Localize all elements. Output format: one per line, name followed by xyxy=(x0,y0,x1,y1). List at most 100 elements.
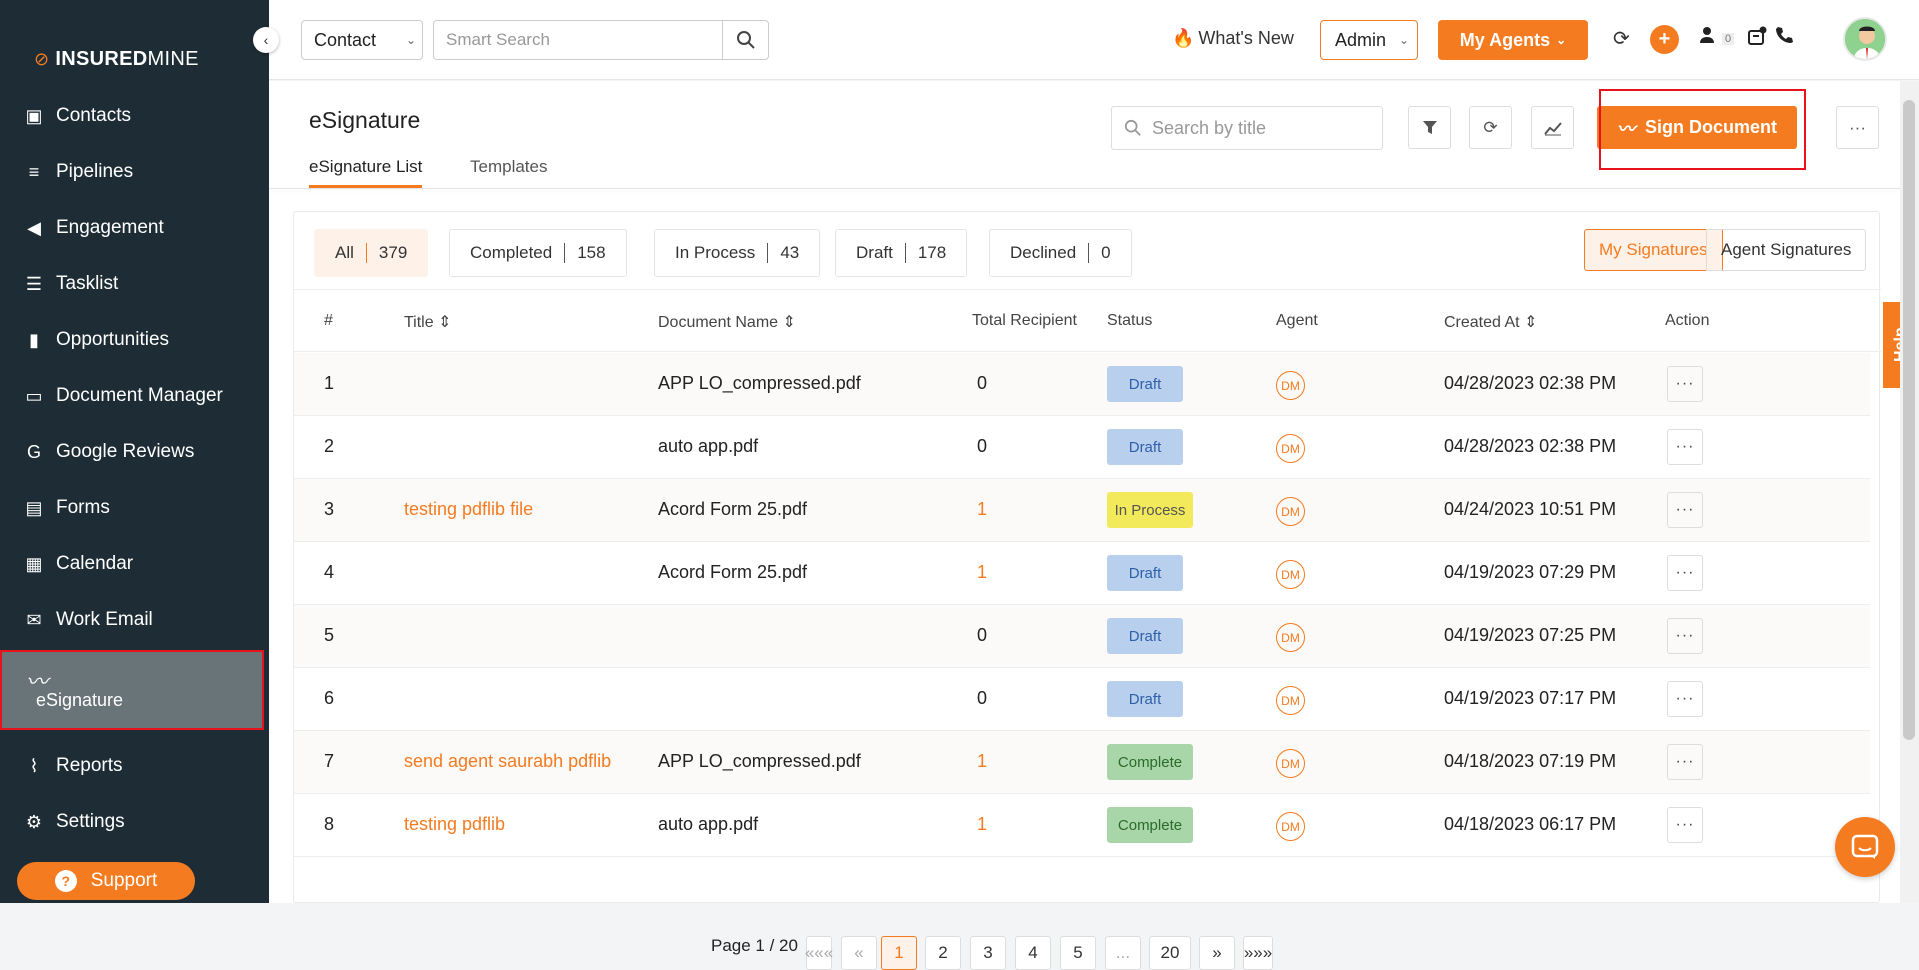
page-button[interactable]: 1 xyxy=(881,936,917,970)
page-button[interactable]: 4 xyxy=(1015,936,1051,970)
sidebar-item-google-reviews[interactable]: G Google Reviews xyxy=(0,428,269,476)
filter-declined[interactable]: Declined 0 xyxy=(989,229,1132,277)
col-document-name[interactable]: Document Name ⇕ xyxy=(658,312,796,332)
my-signatures-toggle[interactable]: My Signatures xyxy=(1584,229,1723,271)
phone-icon[interactable] xyxy=(1775,26,1793,50)
page-button[interactable]: 5 xyxy=(1060,936,1096,970)
refresh-button[interactable]: ⟳ xyxy=(1469,106,1512,149)
ellipsis-icon: ··· xyxy=(1675,501,1695,518)
sidebar-item-label: Google Reviews xyxy=(56,441,195,462)
table-row[interactable]: 2 auto app.pdf 0 Draft DM 04/28/2023 02:38 PM… xyxy=(294,416,1870,479)
row-action-button[interactable]: ··· xyxy=(1667,429,1703,465)
sidebar: ⊘ INSUREDMINE ▣ Contacts ≡ Pipelines ◀ Engage… xyxy=(0,0,269,903)
status-badge: Draft xyxy=(1107,681,1183,717)
user-icon[interactable] xyxy=(1699,26,1715,50)
tab-templates[interactable]: Templates xyxy=(470,157,547,185)
status-badge: Complete xyxy=(1107,807,1193,843)
col-created-at[interactable]: Created At ⇕ xyxy=(1444,312,1537,332)
row-action-button[interactable]: ··· xyxy=(1667,618,1703,654)
support-button[interactable]: ? Support xyxy=(17,862,195,900)
role-select[interactable]: Admin ⌄ xyxy=(1320,20,1418,60)
tasks-icon[interactable] xyxy=(1747,26,1767,52)
page-button[interactable]: 2 xyxy=(925,936,961,970)
page-button[interactable]: »»» xyxy=(1243,936,1273,970)
more-options-button[interactable]: ··· xyxy=(1836,106,1879,149)
sidebar-item-label: Calendar xyxy=(56,553,134,574)
page-button[interactable]: « xyxy=(841,936,877,970)
row-action-button[interactable]: ··· xyxy=(1667,681,1703,717)
refresh-icon[interactable]: ⟳ xyxy=(1613,26,1630,51)
filter-button[interactable] xyxy=(1408,106,1451,149)
sidebar-item-pipelines[interactable]: ≡ Pipelines xyxy=(0,148,269,196)
table-row[interactable]: 1 APP LO_compressed.pdf 0 Draft DM 04/28/2023… xyxy=(294,353,1870,416)
page-button[interactable]: » xyxy=(1199,936,1235,970)
row-created-at: 04/19/2023 07:29 PM xyxy=(1444,562,1617,582)
page-button[interactable]: ... xyxy=(1105,936,1141,970)
add-button[interactable]: + xyxy=(1650,25,1679,54)
agent-avatar: DM xyxy=(1276,497,1305,526)
sidebar-item-calendar[interactable]: ▦ Calendar xyxy=(0,540,269,588)
row-action-button[interactable]: ··· xyxy=(1667,807,1703,843)
table-row[interactable]: 6 0 Draft DM 04/19/2023 07:17 PM ··· xyxy=(294,668,1870,731)
sidebar-item-esignature[interactable]: 〰 eSignature xyxy=(0,650,264,730)
row-recipient-count: 0 xyxy=(976,373,987,393)
table-row[interactable]: 7 send agent saurabh pdflib APP LO_compres… xyxy=(294,731,1870,794)
sidebar-item-opportunities[interactable]: ▮ Opportunities xyxy=(0,316,269,364)
row-created-at: 04/28/2023 02:38 PM xyxy=(1444,436,1617,456)
sidebar-item-forms[interactable]: ▤ Forms xyxy=(0,484,269,532)
my-agents-button[interactable]: My Agents ⌄ xyxy=(1438,20,1588,60)
sidebar-item-tasklist[interactable]: ☰ Tasklist xyxy=(0,260,269,308)
contact-select[interactable]: Contact ⌄ xyxy=(301,20,423,60)
smart-search-input[interactable]: Smart Search xyxy=(433,20,723,60)
page-button[interactable]: ««« xyxy=(805,936,833,970)
google-icon: G xyxy=(26,441,41,462)
search-button[interactable] xyxy=(722,20,769,60)
table-row[interactable]: 3 testing pdflib file Acord Form 25.pdf 1 In… xyxy=(294,479,1870,542)
page-button[interactable]: 20 xyxy=(1149,936,1191,970)
sidebar-item-contacts[interactable]: ▣ Contacts xyxy=(0,92,269,140)
tab-esignature-list[interactable]: eSignature List xyxy=(309,157,423,188)
agent-signatures-toggle[interactable]: Agent Signatures xyxy=(1706,229,1867,271)
chat-button[interactable] xyxy=(1835,817,1895,877)
filter-in-process[interactable]: In Process 43 xyxy=(654,229,821,277)
sidebar-item-label: Tasklist xyxy=(56,273,119,294)
sidebar-item-engagement[interactable]: ◀ Engagement xyxy=(0,204,269,252)
row-action-button[interactable]: ··· xyxy=(1667,366,1703,402)
row-created-at: 04/19/2023 07:25 PM xyxy=(1444,625,1617,645)
filter-completed[interactable]: Completed 158 xyxy=(449,229,627,277)
table-row[interactable]: 8 testing pdflib auto app.pdf 1 Complete DM 04… xyxy=(294,794,1870,857)
row-recipient-count[interactable]: 1 xyxy=(972,814,992,835)
scrollbar-thumb[interactable] xyxy=(1903,100,1915,740)
sidebar-item-work-email[interactable]: ✉ Work Email xyxy=(0,596,269,644)
contacts-icon: ▣ xyxy=(25,105,43,126)
sidebar-item-settings[interactable]: ⚙ Settings xyxy=(0,798,269,846)
sidebar-item-reports[interactable]: ⌇ Reports xyxy=(0,742,269,790)
table-row[interactable]: 4 Acord Form 25.pdf 1 Draft DM 04/19/2023 07:… xyxy=(294,542,1870,605)
col-created-label: Created At xyxy=(1444,314,1520,331)
chat-icon xyxy=(1851,834,1879,859)
row-recipient-count[interactable]: 1 xyxy=(972,751,992,772)
row-recipient-count[interactable]: 1 xyxy=(972,499,992,520)
whats-new-link[interactable]: 🔥 What's New xyxy=(1172,28,1294,49)
filter-draft[interactable]: Draft 178 xyxy=(835,229,968,277)
row-document-name: APP LO_compressed.pdf xyxy=(658,751,861,771)
row-title-link[interactable]: testing pdflib file xyxy=(404,499,533,520)
row-action-button[interactable]: ··· xyxy=(1667,744,1703,780)
collapse-sidebar-button[interactable]: ‹ xyxy=(253,27,279,53)
chart-button[interactable] xyxy=(1531,106,1574,149)
row-title-link[interactable]: send agent saurabh pdflib xyxy=(404,751,611,772)
row-recipient-count[interactable]: 1 xyxy=(972,562,992,583)
col-title[interactable]: Title ⇕ xyxy=(404,312,452,332)
row-action-button[interactable]: ··· xyxy=(1667,492,1703,528)
row-title-link[interactable]: testing pdflib xyxy=(404,814,505,835)
page-button[interactable]: 3 xyxy=(970,936,1006,970)
table-row[interactable]: 5 0 Draft DM 04/19/2023 07:25 PM ··· xyxy=(294,605,1870,668)
filter-all[interactable]: All 379 xyxy=(314,229,429,277)
contact-select-value: Contact xyxy=(314,29,377,50)
highlight-box xyxy=(1599,89,1806,170)
sidebar-item-label: Work Email xyxy=(56,609,153,630)
row-action-button[interactable]: ··· xyxy=(1667,555,1703,591)
avatar[interactable] xyxy=(1843,17,1887,61)
sidebar-item-document-manager[interactable]: ▭ Document Manager xyxy=(0,372,269,420)
search-by-title-input[interactable]: Search by title xyxy=(1111,106,1383,150)
